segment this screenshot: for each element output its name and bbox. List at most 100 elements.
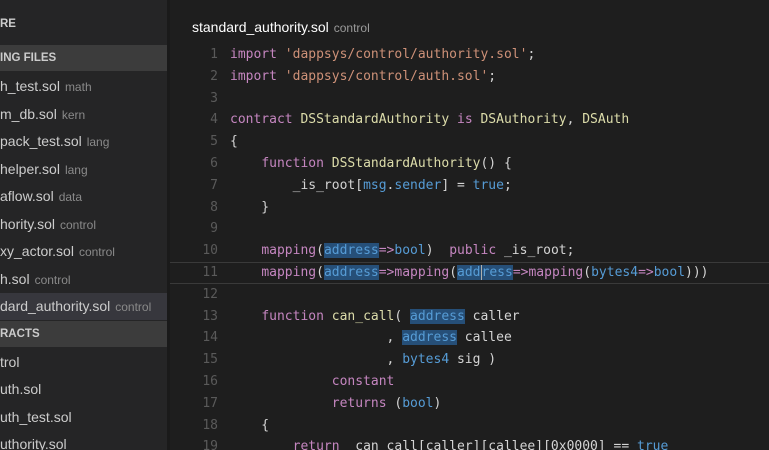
code-token: import — [230, 68, 285, 84]
code-line[interactable]: 4 contract DSStandardAuthority is DSAutho… — [170, 109, 769, 131]
code-line[interactable]: 19 return _can_call[caller][callee][0x00… — [170, 436, 769, 450]
open-file-item[interactable]: m_db.sol kern — [0, 101, 170, 128]
file-dir: control — [34, 273, 71, 287]
contract-item[interactable]: uth.sol — [0, 376, 170, 403]
code-editor[interactable]: standard_authority.sol control 1 import 'd… — [170, 0, 769, 450]
line-number: 4 — [210, 112, 218, 128]
code-token: , — [230, 330, 403, 346]
code-text: , bytes4 sig ) — [230, 349, 497, 371]
code-token: ) — [425, 243, 450, 259]
code-token: ))) — [685, 264, 709, 280]
code-line[interactable]: 5{ — [170, 131, 769, 153]
file-dir: lang — [64, 163, 88, 177]
contract-item[interactable]: uth_test.sol — [0, 404, 170, 431]
code-area[interactable]: 1 import 'dappsys/control/authority.sol';… — [170, 44, 769, 450]
code-line[interactable]: 13 function can_call( address caller — [170, 306, 769, 328]
code-text: , address callee — [230, 327, 512, 349]
code-line[interactable]: 2 import 'dappsys/control/auth.sol'; — [170, 66, 769, 88]
line-number: 15 — [202, 352, 218, 368]
code-token: bytes4 — [402, 352, 450, 368]
explorer-title: RE — [0, 11, 170, 37]
code-line[interactable]: 1 import 'dappsys/control/authority.sol'; — [170, 44, 769, 66]
code-line[interactable]: 16 constant — [170, 371, 769, 393]
code-token: mapping — [261, 264, 317, 280]
editor-window: RE ING FILES h_test.sol math m_db.sol kern… — [0, 0, 769, 450]
file-name: m_db.sol — [0, 106, 57, 122]
code-line[interactable]: 7 _is_root[msg.sender] = true; — [170, 175, 769, 197]
line-number: 6 — [210, 155, 218, 171]
code-token: sender — [394, 177, 442, 193]
open-files-header-label: ING FILES — [0, 52, 57, 64]
code-text: contract DSStandardAuthority is DSAuthor… — [230, 109, 629, 131]
contracts-header-label: RACTS — [0, 328, 40, 340]
code-text: returns (bool) — [230, 393, 442, 415]
open-file-item[interactable]: h_test.sol math — [0, 73, 170, 100]
code-text: mapping(address=>bool) public _is_root; — [230, 240, 574, 262]
code-token: import — [230, 47, 285, 62]
open-file-item[interactable]: helper.sol lang — [0, 156, 170, 183]
tab-file-name: standard_authority.sol — [192, 19, 329, 35]
code-token: _is_root; — [503, 243, 575, 259]
line-number: 12 — [202, 286, 218, 302]
code-line[interactable]: 12 — [170, 284, 769, 306]
code-token: { — [230, 417, 270, 433]
file-name: xy_actor.sol — [0, 243, 74, 259]
code-token: DSAuth — [582, 112, 630, 128]
line-number: 3 — [210, 90, 218, 106]
code-token: address — [410, 308, 465, 324]
line-number: 2 — [210, 68, 218, 84]
code-token: bool — [653, 264, 686, 280]
code-line[interactable]: 3 — [170, 88, 769, 110]
open-file-item[interactable]: xy_actor.sol control — [0, 238, 170, 265]
file-dir: data — [58, 190, 83, 204]
code-line[interactable]: 18 { — [170, 415, 769, 437]
code-line[interactable]: 6 function DSStandardAuthority() { — [170, 153, 769, 175]
code-token: is — [457, 112, 481, 128]
code-token: ; — [527, 47, 536, 62]
line-number: 10 — [202, 243, 218, 259]
code-line[interactable]: 9 — [170, 218, 769, 240]
code-token: callee — [456, 330, 512, 346]
file-dir: control — [115, 300, 152, 314]
code-line[interactable]: 10 mapping(address=>bool) public _is_roo… — [170, 240, 769, 262]
code-line[interactable]: 14 , address callee — [170, 327, 769, 349]
code-token: true — [637, 439, 669, 450]
open-file-item[interactable]: hority.sol control — [0, 211, 170, 238]
code-token: constant — [331, 373, 395, 389]
code-line[interactable]: 17 returns (bool) — [170, 393, 769, 415]
line-number: 14 — [202, 330, 218, 346]
code-text: mapping(address=>mapping(address=>mappin… — [230, 262, 709, 284]
code-line[interactable]: 8 } — [170, 197, 769, 219]
code-text: return _can_call[caller][callee][0x0000]… — [230, 436, 669, 450]
contract-item[interactable]: trol — [0, 349, 170, 376]
code-token: add — [457, 264, 481, 280]
contract-item[interactable]: uthority.sol — [0, 431, 170, 450]
contract-name: trol — [0, 354, 20, 370]
open-file-item-active[interactable]: dard_authority.sol control — [0, 293, 170, 320]
code-token: mapping — [528, 264, 584, 280]
contracts-header[interactable]: RACTS — [0, 321, 170, 347]
explorer-sidebar: RE ING FILES h_test.sol math m_db.sol kern… — [0, 0, 170, 450]
open-file-item[interactable]: pack_test.sol lang — [0, 128, 170, 155]
open-files-header[interactable]: ING FILES — [0, 45, 170, 71]
code-token: , — [230, 352, 403, 368]
code-token: bytes4 — [591, 264, 639, 280]
open-file-item[interactable]: aflow.sol data — [0, 183, 170, 210]
code-line[interactable]: 11 mapping(address=>mapping(address=>map… — [170, 262, 769, 284]
code-text: import 'dappsys/control/authority.sol'; — [230, 44, 535, 66]
line-number: 19 — [202, 439, 218, 450]
file-name: aflow.sol — [0, 188, 54, 204]
editor-tab[interactable]: standard_authority.sol control — [192, 19, 370, 37]
open-file-item[interactable]: h.sol control — [0, 266, 170, 293]
code-token: ; — [488, 68, 497, 84]
code-token: 'dappsys/control/auth.sol' — [284, 68, 489, 84]
code-token: { — [230, 134, 238, 150]
line-number: 13 — [202, 308, 218, 324]
code-line[interactable]: 15 , bytes4 sig ) — [170, 349, 769, 371]
line-number: 17 — [202, 395, 218, 411]
code-token: _is_root[ — [230, 177, 364, 193]
code-token: mapping — [261, 243, 317, 259]
